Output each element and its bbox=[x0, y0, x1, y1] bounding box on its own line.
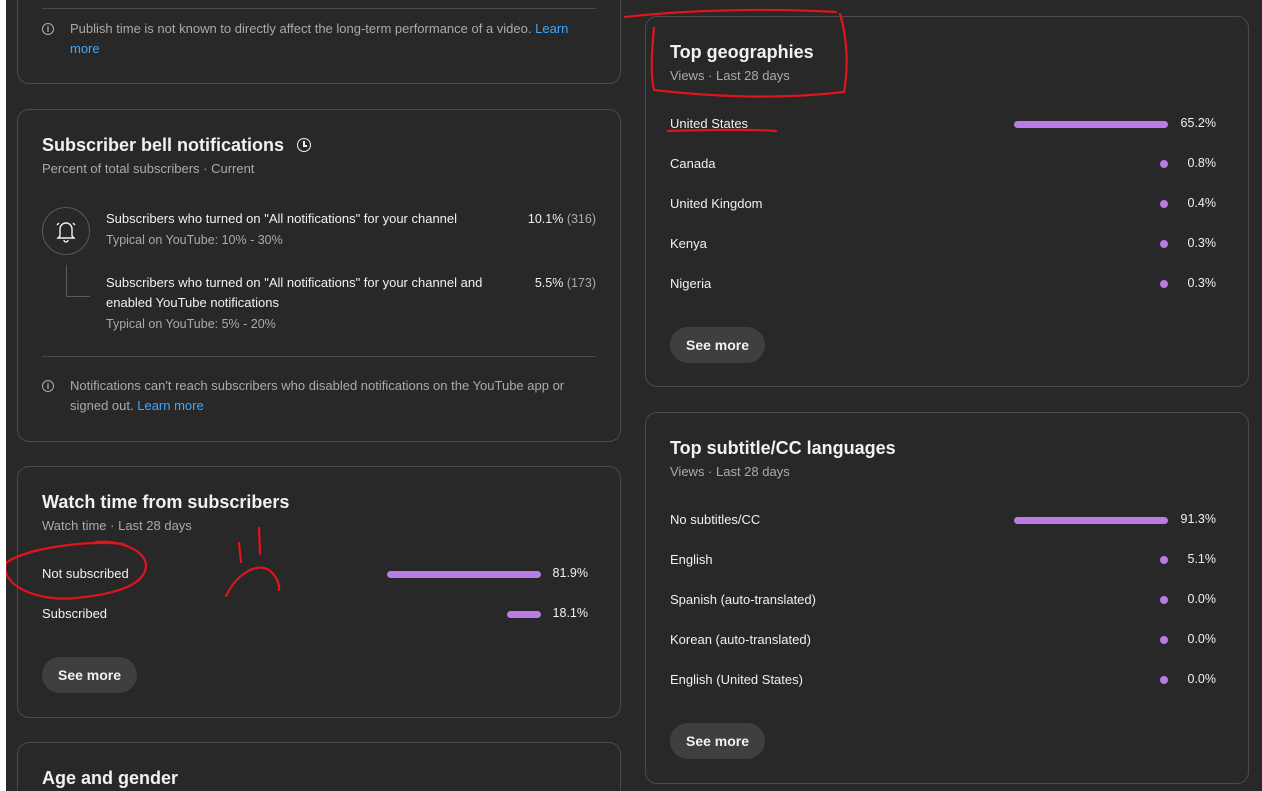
row-label: Subscribed bbox=[42, 606, 108, 621]
card-subtitle: Percent of total subscribers · Current bbox=[42, 161, 255, 176]
row-dot bbox=[1160, 556, 1168, 564]
row-bar bbox=[1014, 517, 1168, 524]
card-title: Top subtitle/CC languages bbox=[670, 438, 896, 458]
tree-connector bbox=[66, 265, 90, 297]
notif-row-2-text: Subscribers who turned on "All notificat… bbox=[106, 275, 483, 310]
card-subtitle: Watch time · Last 28 days bbox=[42, 518, 192, 533]
row-label: Canada bbox=[670, 156, 716, 171]
row-label: English (United States) bbox=[670, 672, 803, 687]
row-dot bbox=[1160, 240, 1168, 248]
info-icon: i bbox=[42, 380, 54, 392]
card-title: Top geographies bbox=[670, 42, 814, 62]
clock-icon[interactable] bbox=[297, 138, 312, 152]
top-subtitle-card: Top subtitle/CC languages Views · Last 2… bbox=[645, 412, 1249, 784]
notif-row-1-value: 10.1% (316) bbox=[527, 212, 596, 226]
see-more-button[interactable]: See more bbox=[670, 723, 766, 759]
notif-info-text: Notifications can't reach subscribers wh… bbox=[70, 378, 565, 413]
row-dot bbox=[1160, 280, 1168, 288]
row-dot bbox=[1160, 596, 1168, 604]
row-label: Kenya bbox=[670, 236, 707, 251]
row-label: Spanish (auto-translated) bbox=[670, 592, 816, 607]
bell-icon bbox=[42, 207, 90, 255]
row-bar bbox=[387, 571, 541, 578]
row-label: Korean (auto-translated) bbox=[670, 632, 811, 647]
row-dot bbox=[1160, 676, 1168, 684]
card-subtitle: Views · Last 28 days bbox=[670, 68, 790, 83]
notif-info: i Notifications can't reach subscribers … bbox=[42, 376, 592, 416]
publish-time-card: i Publish time is not known to directly … bbox=[17, 0, 621, 84]
divider bbox=[42, 356, 596, 357]
row-label: United Kingdom bbox=[670, 196, 763, 211]
row-label: Nigeria bbox=[670, 276, 712, 291]
notif-row-2-typical: Typical on YouTube: 5% - 20% bbox=[106, 317, 276, 331]
card-title: Subscriber bell notifications bbox=[42, 135, 312, 156]
watch-time-card: Watch time from subscribers Watch time ·… bbox=[17, 466, 621, 718]
see-more-button[interactable]: See more bbox=[42, 657, 138, 693]
card-subtitle: Views · Last 28 days bbox=[670, 464, 790, 479]
subscriber-bell-card: Subscriber bell notifications Percent of… bbox=[17, 109, 621, 442]
learn-more-link[interactable]: Learn more bbox=[137, 398, 203, 413]
row-dot bbox=[1160, 636, 1168, 644]
top-geographies-card: Top geographies Views · Last 28 days Uni… bbox=[645, 16, 1249, 387]
info-icon: i bbox=[42, 23, 54, 35]
card-title: Age and gender bbox=[42, 768, 179, 788]
row-label: Not subscribed bbox=[42, 566, 129, 581]
row-dot bbox=[1160, 200, 1168, 208]
publish-info: i Publish time is not known to directly … bbox=[42, 19, 592, 59]
publish-info-text: Publish time is not known to directly af… bbox=[70, 21, 569, 56]
age-gender-card: Age and gender bbox=[17, 742, 621, 791]
row-label: English bbox=[670, 552, 713, 567]
row-bar bbox=[1014, 121, 1168, 128]
row-dot bbox=[1160, 160, 1168, 168]
notif-row-1-typical: Typical on YouTube: 10% - 30% bbox=[106, 233, 283, 247]
analytics-page: i Publish time is not known to directly … bbox=[6, 0, 1262, 791]
card-title: Watch time from subscribers bbox=[42, 492, 290, 512]
row-label: United States bbox=[670, 116, 749, 131]
see-more-button[interactable]: See more bbox=[670, 327, 766, 363]
notif-row-1-text: Subscribers who turned on "All notificat… bbox=[106, 211, 458, 226]
divider bbox=[42, 8, 596, 9]
notif-row-2-value: 5.5% (173) bbox=[534, 276, 596, 290]
row-bar bbox=[507, 611, 541, 618]
row-label: No subtitles/CC bbox=[670, 512, 761, 527]
